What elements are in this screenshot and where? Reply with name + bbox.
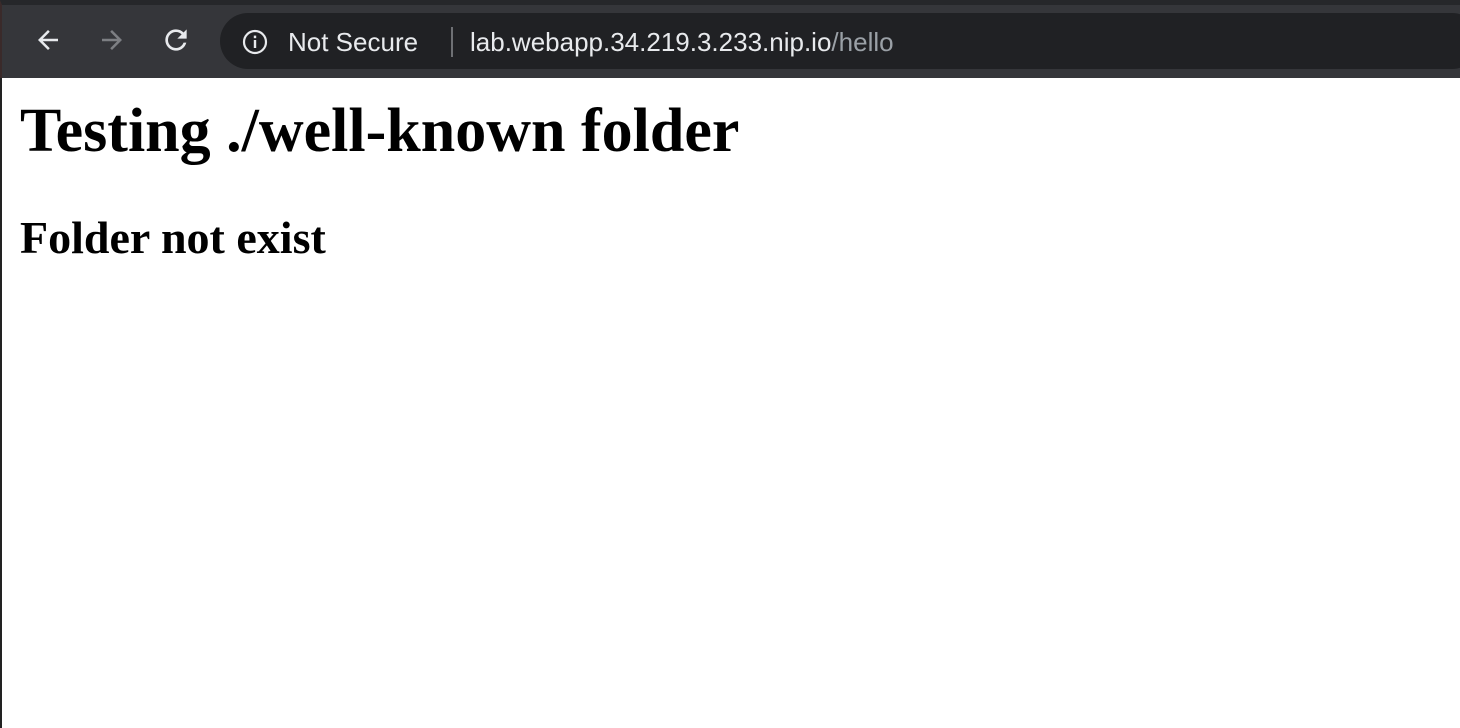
- url-path: /hello: [831, 27, 894, 57]
- browser-toolbar: Not Secure lab.webapp.34.219.3.233.nip.i…: [0, 0, 1460, 78]
- reload-button[interactable]: [158, 22, 194, 58]
- page-content: Testing ./well-known folder Folder not e…: [0, 78, 1460, 728]
- url-text[interactable]: lab.webapp.34.219.3.233.nip.io/hello: [470, 28, 894, 56]
- reload-icon: [160, 24, 192, 56]
- url-host: lab.webapp.34.219.3.233.nip.io: [470, 27, 832, 57]
- arrow-left-icon: [33, 25, 63, 55]
- page-heading: Testing ./well-known folder: [20, 97, 740, 165]
- info-circle-icon[interactable]: [242, 29, 268, 55]
- page-subheading: Folder not exist: [20, 212, 326, 263]
- back-button[interactable]: [30, 22, 66, 58]
- address-bar-divider: [451, 27, 453, 57]
- security-status-label[interactable]: Not Secure: [288, 28, 418, 56]
- address-bar[interactable]: Not Secure lab.webapp.34.219.3.233.nip.i…: [220, 13, 1460, 69]
- forward-button[interactable]: [94, 22, 130, 58]
- arrow-right-icon: [97, 25, 127, 55]
